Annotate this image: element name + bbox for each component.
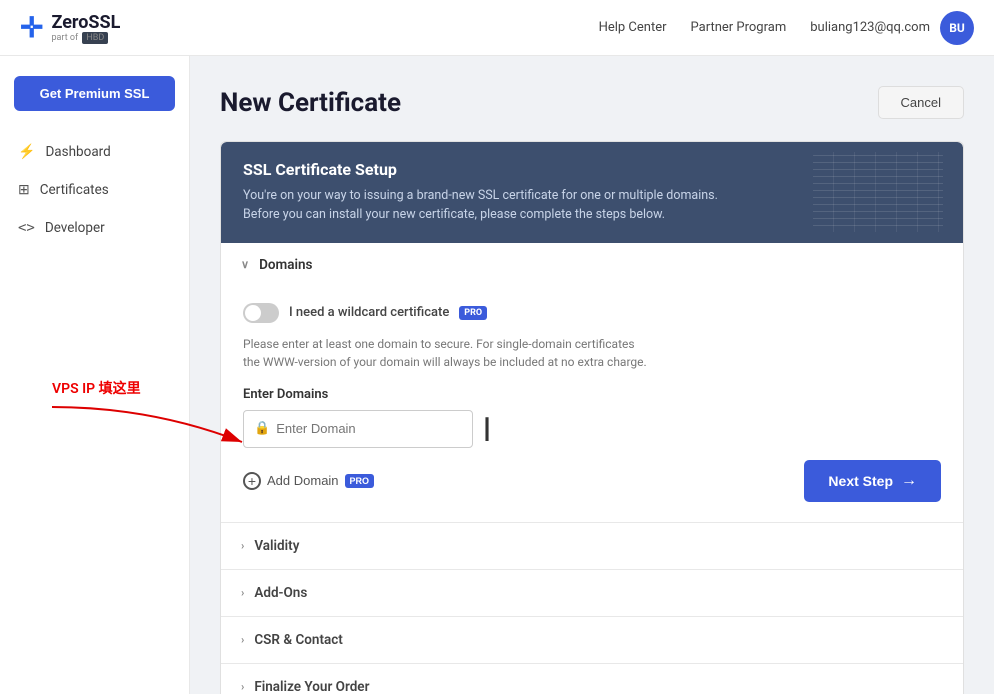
premium-ssl-button[interactable]: Get Premium SSL: [14, 76, 175, 111]
wildcard-pro-badge: PRO: [459, 306, 487, 320]
next-step-button[interactable]: Next Step →: [804, 460, 941, 502]
domains-section: ∨ Domains I need a wildcard certificate …: [221, 243, 963, 523]
layout: Get Premium SSL ⚡ Dashboard ⊞ Certificat…: [0, 56, 994, 694]
wildcard-toggle[interactable]: [243, 303, 279, 323]
certificates-icon: ⊞: [18, 182, 30, 198]
logo-cross-icon: ✛: [20, 14, 43, 42]
wildcard-row: I need a wildcard certificate PRO: [243, 303, 941, 323]
add-circle-icon: +: [243, 472, 261, 490]
main-content: New Certificate Cancel SSL Certificate S…: [190, 56, 994, 694]
sidebar-label-certificates: Certificates: [40, 182, 109, 198]
nav-user: buliang123@qq.com BU: [810, 11, 974, 45]
csr-section: › CSR & Contact: [221, 617, 963, 664]
sidebar: Get Premium SSL ⚡ Dashboard ⊞ Certificat…: [0, 56, 190, 694]
sidebar-item-certificates[interactable]: ⊞ Certificates: [0, 173, 189, 207]
addons-section-header[interactable]: › Add-Ons: [221, 570, 963, 616]
add-domain-row: + Add Domain PRO Next Step →: [243, 460, 941, 502]
cancel-button[interactable]: Cancel: [878, 86, 964, 119]
add-domain-button[interactable]: + Add Domain PRO: [243, 468, 374, 494]
logo-sub-text: part of HBD: [51, 33, 120, 43]
cert-card: SSL Certificate Setup You're on your way…: [220, 141, 964, 694]
setup-banner-title: SSL Certificate Setup: [243, 160, 941, 179]
arrow-right-icon: →: [901, 472, 917, 490]
partner-program-link[interactable]: Partner Program: [691, 20, 787, 35]
user-email: buliang123@qq.com: [810, 20, 930, 35]
logo-name: ZeroSSL: [51, 12, 120, 33]
csr-label: CSR & Contact: [254, 632, 343, 648]
enter-domains-label: Enter Domains: [243, 387, 941, 402]
validity-chevron-icon: ›: [241, 539, 244, 552]
topnav: ✛ ZeroSSL part of HBD Help Center Partne…: [0, 0, 994, 56]
csr-chevron-icon: ›: [241, 633, 244, 646]
nav-links: Help Center Partner Program buliang123@q…: [599, 11, 974, 45]
validity-section-header[interactable]: › Validity: [221, 523, 963, 569]
sidebar-item-dashboard[interactable]: ⚡ Dashboard: [0, 135, 189, 169]
logo: ✛ ZeroSSL part of HBD: [20, 12, 120, 43]
validity-section: › Validity: [221, 523, 963, 570]
logo-badge: HBD: [82, 32, 108, 44]
user-avatar[interactable]: BU: [940, 11, 974, 45]
addons-section: › Add-Ons: [221, 570, 963, 617]
domains-content: I need a wildcard certificate PRO Please…: [221, 287, 963, 522]
page-title: New Certificate: [220, 88, 401, 118]
domain-input-row: 🔒 ┃: [243, 410, 941, 448]
logo-text-group: ZeroSSL part of HBD: [51, 12, 120, 43]
domains-section-header[interactable]: ∨ Domains: [221, 243, 963, 287]
sidebar-item-developer[interactable]: <> Developer: [0, 211, 189, 245]
add-domain-pro-badge: PRO: [345, 474, 375, 488]
addons-chevron-icon: ›: [241, 586, 244, 599]
wildcard-label: I need a wildcard certificate: [289, 305, 449, 320]
finalize-chevron-icon: ›: [241, 680, 244, 693]
domains-heading: Domains: [259, 257, 312, 273]
help-center-link[interactable]: Help Center: [599, 20, 667, 35]
sidebar-label-developer: Developer: [45, 220, 105, 236]
finalize-section: › Finalize Your Order: [221, 664, 963, 694]
lock-icon: 🔒: [254, 421, 270, 436]
domains-chevron-icon: ∨: [241, 258, 249, 271]
finalize-label: Finalize Your Order: [254, 679, 369, 694]
validity-label: Validity: [254, 538, 299, 554]
page-header: New Certificate Cancel: [220, 86, 964, 119]
domains-desc: Please enter at least one domain to secu…: [243, 335, 941, 371]
csr-section-header[interactable]: › CSR & Contact: [221, 617, 963, 663]
dashboard-icon: ⚡: [18, 144, 35, 160]
domain-input[interactable]: [276, 421, 462, 436]
setup-banner-desc: You're on your way to issuing a brand-ne…: [243, 187, 941, 225]
domain-input-wrapper[interactable]: 🔒: [243, 410, 473, 448]
developer-icon: <>: [18, 220, 35, 236]
setup-banner: SSL Certificate Setup You're on your way…: [221, 142, 963, 243]
finalize-section-header[interactable]: › Finalize Your Order: [221, 664, 963, 694]
sidebar-label-dashboard: Dashboard: [45, 144, 110, 160]
text-cursor-icon: ┃: [481, 419, 493, 439]
addons-label: Add-Ons: [254, 585, 307, 601]
